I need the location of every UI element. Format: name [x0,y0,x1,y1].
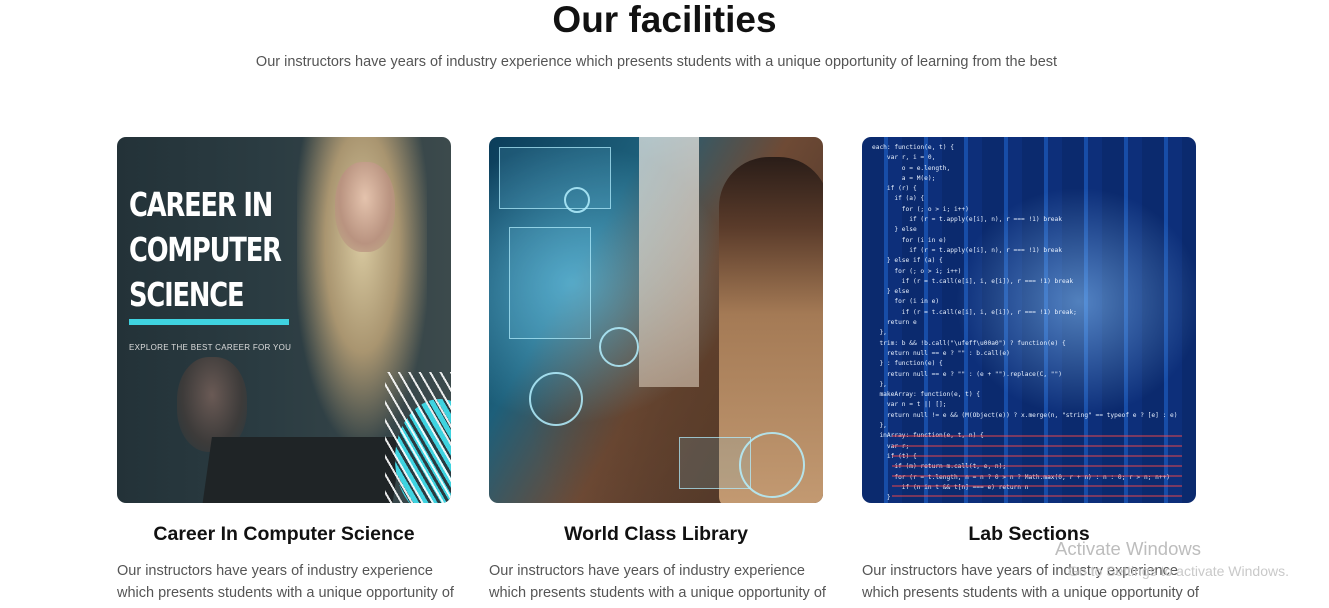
section-title: Our facilities [552,0,777,40]
decorative-stripes [385,372,451,503]
activate-windows-hint: Go to Settings to activate Windows. [1068,563,1289,579]
banner-headline: CAREER IN COMPUTER SCIENCE [129,182,282,317]
banner-headline-line: CAREER IN [129,185,273,224]
card-description: Our instructors have years of industry e… [489,563,826,601]
hologram-panel [499,147,611,209]
facility-card-lab[interactable]: each: function(e, t) { var r, i = 0, o =… [862,137,1199,604]
hologram-circle-icon [529,372,583,426]
card-description: Our instructors have years of industry e… [117,563,454,601]
banner-tagline: EXPLORE THE BEST CAREER FOR YOU [129,343,292,352]
banner-headline-line: SCIENCE [129,275,245,314]
banner-accent-bar [129,319,289,325]
red-code-highlight [892,427,1182,497]
card-title[interactable]: World Class Library [489,522,823,546]
lab-code-image[interactable]: each: function(e, t) { var r, i = 0, o =… [862,137,1196,503]
activate-windows-watermark: Activate Windows [1055,538,1201,559]
window-light-shape [639,137,699,387]
banner-headline-line: COMPUTER [129,230,282,269]
card-title[interactable]: Career In Computer Science [117,522,451,546]
hologram-circle-icon [564,187,590,213]
hologram-circle-icon [739,432,805,498]
hologram-circle-icon [599,327,639,367]
woman-face-shape [335,162,395,252]
hologram-panel [509,227,591,339]
library-image[interactable] [489,137,823,503]
facility-card-library[interactable]: World Class Library Our instructors have… [489,137,826,604]
facility-card-career[interactable]: CAREER IN COMPUTER SCIENCE EXPLORE THE B… [117,137,454,604]
laptop-shape [202,437,402,503]
career-banner-image[interactable]: CAREER IN COMPUTER SCIENCE EXPLORE THE B… [117,137,451,503]
section-subtitle: Our instructors have years of industry e… [255,54,1058,70]
